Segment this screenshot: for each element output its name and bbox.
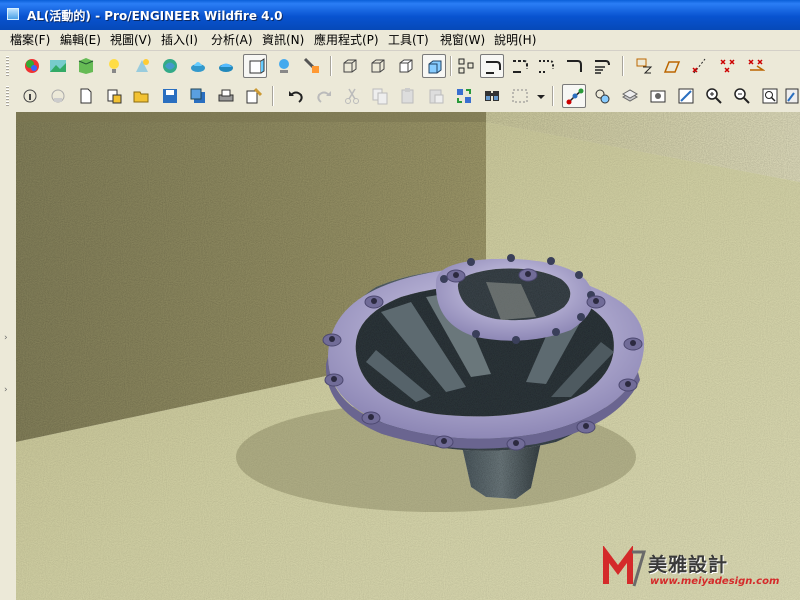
find-icon[interactable] [480, 84, 504, 108]
expand-navigator-chevron-right-icon[interactable]: › [4, 332, 11, 344]
hidden-line-icon[interactable] [366, 54, 390, 78]
appearance-gallery-icon[interactable] [20, 54, 44, 78]
saved-views-icon[interactable] [590, 84, 614, 108]
render-window-icon[interactable] [186, 54, 210, 78]
layers-icon[interactable] [618, 84, 642, 108]
open-icon[interactable] [102, 84, 126, 108]
toolbar-view-render [0, 52, 800, 80]
selection-filter-icon[interactable] [508, 84, 532, 108]
shading-icon[interactable] [422, 54, 446, 78]
watermark-logo-icon [603, 546, 646, 587]
print-icon[interactable] [214, 84, 238, 108]
refit-icon[interactable] [646, 84, 670, 108]
undo-icon[interactable] [284, 84, 308, 108]
datum-point-tool-icon[interactable] [688, 54, 712, 78]
room-editor-icon[interactable] [74, 54, 98, 78]
open-folder-icon[interactable] [130, 84, 154, 108]
menu-tools[interactable]: 工具(T) [388, 32, 429, 48]
menu-view[interactable]: 視圖(V) [110, 32, 152, 48]
paste-special-icon[interactable] [424, 84, 448, 108]
toolbar-grip[interactable] [6, 56, 9, 76]
render-region-icon[interactable] [214, 54, 238, 78]
regenerate-icon[interactable] [452, 84, 476, 108]
watermark-name: 美雅設計 [648, 554, 729, 576]
datum-axes-icon[interactable] [480, 54, 504, 78]
app-icon[interactable] [7, 8, 19, 20]
graphics-window[interactable]: 美雅設計 www.meiyadesign.com [16, 112, 800, 600]
repaint-icon[interactable] [784, 84, 800, 108]
title-bar: AL(活動的) - Pro/ENGINEER Wildfire 4.0 [0, 0, 800, 30]
no-hidden-icon[interactable] [394, 54, 418, 78]
toolbar-grip[interactable] [6, 86, 9, 106]
send-mail-icon[interactable] [242, 84, 266, 108]
selection-dropdown-chevron-down-icon[interactable] [532, 84, 546, 108]
save-copy-icon[interactable] [186, 84, 210, 108]
view-manager-icon[interactable] [562, 84, 586, 108]
zoom-in-icon[interactable] [702, 84, 726, 108]
effects-icon[interactable] [130, 54, 154, 78]
watermark-url: www.meiyadesign.com [650, 576, 780, 587]
menu-analysis[interactable]: 分析(A) [211, 32, 253, 48]
menu-window[interactable]: 視窗(W) [440, 32, 485, 48]
navigator-strip: › › [0, 112, 16, 600]
menu-info[interactable]: 資訊(N) [262, 32, 304, 48]
cut-icon[interactable] [340, 84, 364, 108]
rendered-scene[interactable] [16, 112, 800, 600]
menu-bar: 檔案(F) 編輯(E) 視圖(V) 插入(I) 分析(A) 資訊(N) 應用程式… [0, 30, 800, 51]
toolbar-separator [330, 56, 332, 76]
datum-points-icon[interactable] [508, 54, 532, 78]
save-icon[interactable] [158, 84, 182, 108]
annotation-display-icon[interactable] [590, 54, 614, 78]
datum-axis-tool-icon[interactable] [660, 54, 684, 78]
paste-icon[interactable] [396, 84, 420, 108]
coordinate-systems-icon[interactable] [534, 54, 558, 78]
menu-applications[interactable]: 應用程式(P) [314, 32, 379, 48]
toolbar-separator [272, 86, 274, 106]
context-help-icon[interactable] [18, 84, 42, 108]
model-display-icon[interactable] [243, 54, 267, 78]
sketch-tool-icon[interactable] [744, 54, 768, 78]
orient-icon[interactable] [674, 84, 698, 108]
redo-icon[interactable] [312, 84, 336, 108]
toolbar-file-edit [0, 82, 800, 110]
menu-edit[interactable]: 編輯(E) [60, 32, 101, 48]
menu-file[interactable]: 檔案(F) [10, 32, 50, 48]
csys-tool-icon[interactable] [716, 54, 740, 78]
spot-light-icon[interactable] [272, 54, 296, 78]
spin-center-icon[interactable] [562, 54, 586, 78]
zoom-out-icon[interactable] [730, 84, 754, 108]
menu-help[interactable]: 說明(H) [494, 32, 536, 48]
watermark: 美雅設計 www.meiyadesign.com [602, 544, 792, 592]
copy-icon[interactable] [368, 84, 392, 108]
toolbar-separator [450, 56, 452, 76]
fit-window-icon[interactable] [758, 84, 782, 108]
datum-plane-tool-icon[interactable] [632, 54, 656, 78]
datum-planes-icon[interactable] [454, 54, 478, 78]
menu-insert[interactable]: 插入(I) [161, 32, 198, 48]
window-title: AL(活動的) - Pro/ENGINEER Wildfire 4.0 [27, 9, 283, 23]
new-icon[interactable] [74, 84, 98, 108]
lights-icon[interactable] [102, 54, 126, 78]
expand-panel-chevron-right-icon[interactable]: › [4, 384, 11, 396]
render-setup-icon[interactable] [158, 54, 182, 78]
model-tree-icon[interactable] [46, 84, 70, 108]
toolbar-separator [552, 86, 554, 106]
wireframe-icon[interactable] [338, 54, 362, 78]
scene-editor-icon[interactable] [46, 54, 70, 78]
toolbar-separator [622, 56, 624, 76]
render-settings-icon[interactable] [300, 54, 324, 78]
